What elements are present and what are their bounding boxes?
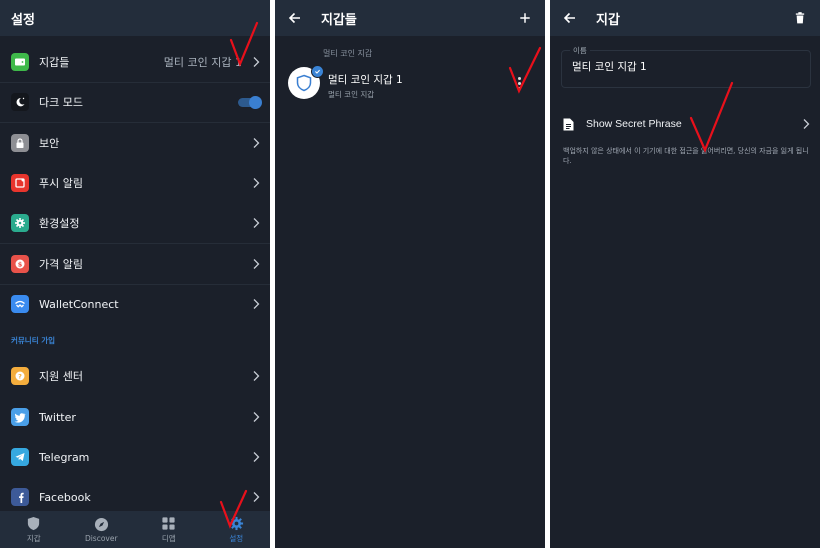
settings-item-label: 가격 알림 (39, 258, 83, 271)
settings-item-security[interactable]: 보안 (0, 123, 270, 163)
settings-item-label: 환경설정 (39, 217, 80, 230)
community-item-label: Telegram (39, 450, 90, 464)
compass-icon (94, 517, 108, 531)
shield-icon (28, 516, 40, 530)
wallet-name-input[interactable] (572, 60, 792, 72)
wallet-group-label: 멀티 코인 지갑 (323, 49, 373, 58)
wallet-icon (11, 53, 29, 71)
document-icon (563, 118, 574, 130)
settings-item-walletconnect[interactable]: WalletConnect (0, 284, 270, 324)
settings-item-label: 푸시 알림 (39, 177, 83, 190)
chevron-right-icon (253, 218, 260, 228)
page-title: 설정 (11, 12, 35, 28)
chevron-right-icon (253, 178, 260, 188)
tab-discover[interactable]: Discover (68, 511, 136, 548)
current-wallet-value: 멀티 코인 지갑 1 (163, 56, 242, 69)
settings-item-label: 보안 (39, 137, 60, 150)
secret-phrase-label: Show Secret Phrase (586, 118, 682, 130)
community-item-label: Facebook (39, 490, 91, 504)
add-wallet-button[interactable] (513, 0, 537, 36)
gear-icon (229, 516, 243, 530)
twitter-icon (11, 408, 29, 426)
tab-label: 디앱 (161, 533, 176, 543)
settings-item-price-alerts[interactable]: $ 가격 알림 (0, 244, 270, 284)
community-item-help-center[interactable]: ? 지원 센터 (0, 356, 270, 396)
chevron-right-icon (253, 57, 260, 67)
wallets-header: 지갑들 (275, 0, 545, 36)
plus-icon (520, 13, 530, 23)
moon-icon (11, 93, 29, 111)
backup-warning-text: 백업하지 않은 상태에서 이 기기에 대한 접근을 잃어버리면, 당신의 자금을… (563, 147, 809, 165)
wallet-list-item[interactable]: 멀티 코인 지갑 1 멀티 코인 지갑 (275, 62, 545, 104)
back-button[interactable] (550, 0, 590, 36)
settings-item-wallets[interactable]: 지갑들 멀티 코인 지갑 1 (0, 42, 270, 82)
chevron-right-icon (253, 371, 260, 381)
settings-item-push-notifications[interactable]: 푸시 알림 (0, 163, 270, 203)
dollar-icon: $ (11, 255, 29, 273)
community-item-twitter[interactable]: Twitter (0, 397, 270, 437)
grid-icon (162, 516, 175, 530)
wallet-name: 멀티 코인 지갑 1 (328, 74, 403, 86)
wallet-detail-header: 지갑 (550, 0, 820, 36)
tab-label: 지갑 (26, 533, 41, 543)
tab-wallet[interactable]: 지갑 (0, 511, 68, 548)
community-item-telegram[interactable]: Telegram (0, 437, 270, 477)
wallet-name-field[interactable]: 이름 (561, 45, 811, 88)
help-icon: ? (11, 367, 29, 385)
notification-icon (11, 174, 29, 192)
chevron-right-icon (803, 119, 810, 129)
arrow-left-icon (563, 12, 575, 24)
wallets-screen: 지갑들 멀티 코인 지갑 멀티 코인 지갑 1 멀티 코인 지갑 (275, 0, 545, 548)
settings-item-label: 지갑들 (39, 56, 70, 69)
back-button[interactable] (275, 0, 315, 36)
gear-icon (11, 214, 29, 232)
selected-check-icon (311, 65, 324, 78)
settings-screen: 설정 지갑들 멀티 코인 지갑 1 다크 모드 보안 푸시 알림 환경설정 $ … (0, 0, 270, 548)
walletconnect-icon (11, 295, 29, 313)
dark-mode-toggle[interactable] (238, 95, 262, 109)
community-item-label: 지원 센터 (39, 370, 83, 383)
toggle-knob (249, 95, 262, 109)
wallet-detail-screen: 지갑 이름 Show Secret Phrase 백업하지 않은 상태에서 이 … (550, 0, 820, 548)
chevron-right-icon (253, 299, 260, 309)
field-label: 이름 (570, 45, 590, 56)
chevron-right-icon (253, 452, 260, 462)
community-section-label: 커뮤니티 가입 (11, 336, 56, 345)
settings-item-dark-mode[interactable]: 다크 모드 (0, 82, 270, 122)
settings-item-preferences[interactable]: 환경설정 (0, 203, 270, 243)
settings-item-label: WalletConnect (39, 297, 119, 311)
page-title: 지갑 (596, 12, 620, 28)
trash-icon (795, 12, 805, 24)
chevron-right-icon (253, 412, 260, 422)
telegram-icon (11, 448, 29, 466)
tab-label: 설정 (229, 533, 244, 543)
chevron-right-icon (253, 259, 260, 269)
tab-settings[interactable]: 설정 (203, 511, 271, 548)
tab-dapps[interactable]: 디앱 (135, 511, 203, 548)
chevron-right-icon (253, 138, 260, 148)
chevron-right-icon (253, 492, 260, 502)
tab-label: Discover (84, 533, 118, 543)
settings-item-label: 다크 모드 (39, 96, 83, 109)
shield-icon (296, 74, 312, 92)
bottom-tab-bar: 지갑 Discover 디앱 설정 (0, 511, 270, 548)
community-item-label: Twitter (39, 410, 76, 424)
show-secret-phrase-button[interactable]: Show Secret Phrase (550, 110, 820, 138)
lock-icon (11, 134, 29, 152)
svg-text:$: $ (18, 260, 23, 268)
settings-header: 설정 (0, 0, 270, 36)
wallet-type: 멀티 코인 지갑 (328, 90, 375, 99)
svg-text:?: ? (18, 372, 22, 380)
facebook-icon (11, 488, 29, 506)
more-options-icon[interactable] (515, 74, 523, 92)
arrow-left-icon (288, 12, 300, 24)
delete-wallet-button[interactable] (788, 0, 812, 36)
page-title: 지갑들 (321, 12, 357, 28)
